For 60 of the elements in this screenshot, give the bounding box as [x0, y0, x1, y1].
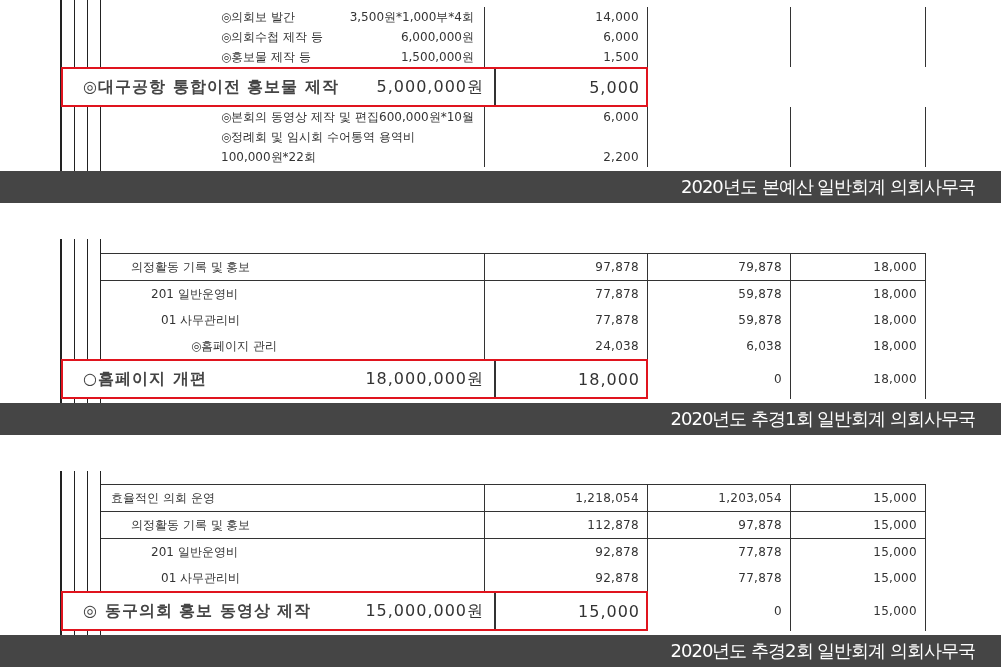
- table-cell: 18,000: [791, 254, 926, 280]
- item-amount: 100,000원*22회: [221, 148, 316, 166]
- item-amount: 600,000원*10월: [379, 108, 474, 126]
- table-cell: 18,000: [791, 359, 926, 399]
- item-label: ◎정례회 및 임시회 수어통역 용역비: [221, 128, 415, 146]
- item-label: 01 사무관리비: [161, 569, 241, 587]
- item-label: ◎의회수첩 제작 등: [221, 28, 324, 46]
- table-cell: 15,000: [791, 591, 926, 631]
- caption: 2020년도 본예산 일반회계 의회사무국: [681, 175, 975, 199]
- table-cell-text: 5,000: [588, 77, 641, 97]
- table-cell: 77,878: [648, 565, 791, 591]
- table-cell: 77,878: [485, 307, 648, 333]
- table-cell: 79,878: [648, 254, 791, 280]
- table-cell: 14,000: [485, 7, 648, 27]
- table-cell: 97,878: [648, 512, 791, 538]
- table-cell: 18,000: [791, 307, 926, 333]
- table-cell: 15,000: [791, 565, 926, 591]
- table-cell: 6,000: [485, 107, 648, 127]
- table-cell-text: 18,000: [577, 369, 641, 389]
- table-cell: 0: [648, 591, 791, 631]
- item-amount: 5,000,000원: [376, 69, 496, 105]
- table-cell: 6,038: [648, 333, 791, 359]
- table-cell: 112,878: [485, 512, 648, 538]
- item-label: ○홈페이지 개편: [82, 368, 208, 390]
- table-cell: 15,000: [791, 539, 926, 565]
- item-label: 01 사무관리비: [161, 311, 241, 329]
- item-label: 효율적인 의회 운영: [111, 489, 215, 507]
- item-label: 201 일반운영비: [151, 285, 238, 303]
- caption: 2020년도 추경1회 일반회계 의회사무국: [670, 407, 975, 431]
- item-amount: 18,000,000원: [365, 361, 496, 397]
- table-cell: 92,878: [485, 539, 648, 565]
- item-amount: 1,500,000원: [400, 48, 474, 66]
- table-cell: 0: [648, 359, 791, 399]
- item-label: ◎홈페이지 관리: [191, 337, 278, 355]
- item-label: ◎홍보물 제작 등: [221, 48, 312, 66]
- item-label: ◎대구공항 통합이전 홍보물 제작: [82, 76, 340, 98]
- item-label: 의정활동 기록 및 홍보: [131, 516, 251, 534]
- table-cell: 18,000: [791, 333, 926, 359]
- table-cell: 77,878: [485, 281, 648, 307]
- table-cell: 15,000: [791, 485, 926, 511]
- table-cell: 1,218,054: [485, 485, 648, 511]
- item-label: 의정활동 기록 및 홍보: [131, 258, 251, 276]
- caption: 2020년도 추경2회 일반회계 의회사무국: [670, 639, 975, 663]
- table-cell: 97,878: [485, 254, 648, 280]
- table-cell: 2,200: [485, 147, 648, 167]
- table-cell-text: 15,000: [577, 601, 641, 621]
- item-amount: 15,000,000원: [365, 593, 496, 629]
- table-cell: 77,878: [648, 539, 791, 565]
- item-amount: 6,000,000원: [400, 28, 474, 46]
- item-amount: 3,500원*1,000부*4회: [349, 8, 474, 26]
- table-cell: 1,203,054: [648, 485, 791, 511]
- table-cell: 6,000: [485, 27, 648, 47]
- table-cell: 59,878: [648, 307, 791, 333]
- table-cell: 59,878: [648, 281, 791, 307]
- table-cell: 18,000: [791, 281, 926, 307]
- item-label: 201 일반운영비: [151, 543, 238, 561]
- item-label: ◎의회보 발간: [221, 8, 296, 26]
- item-label: ◎본회의 동영상 제작 및 편집: [221, 108, 379, 126]
- table-cell: 15,000: [791, 512, 926, 538]
- item-label: ◎ 동구의회 홍보 동영상 제작: [82, 600, 313, 622]
